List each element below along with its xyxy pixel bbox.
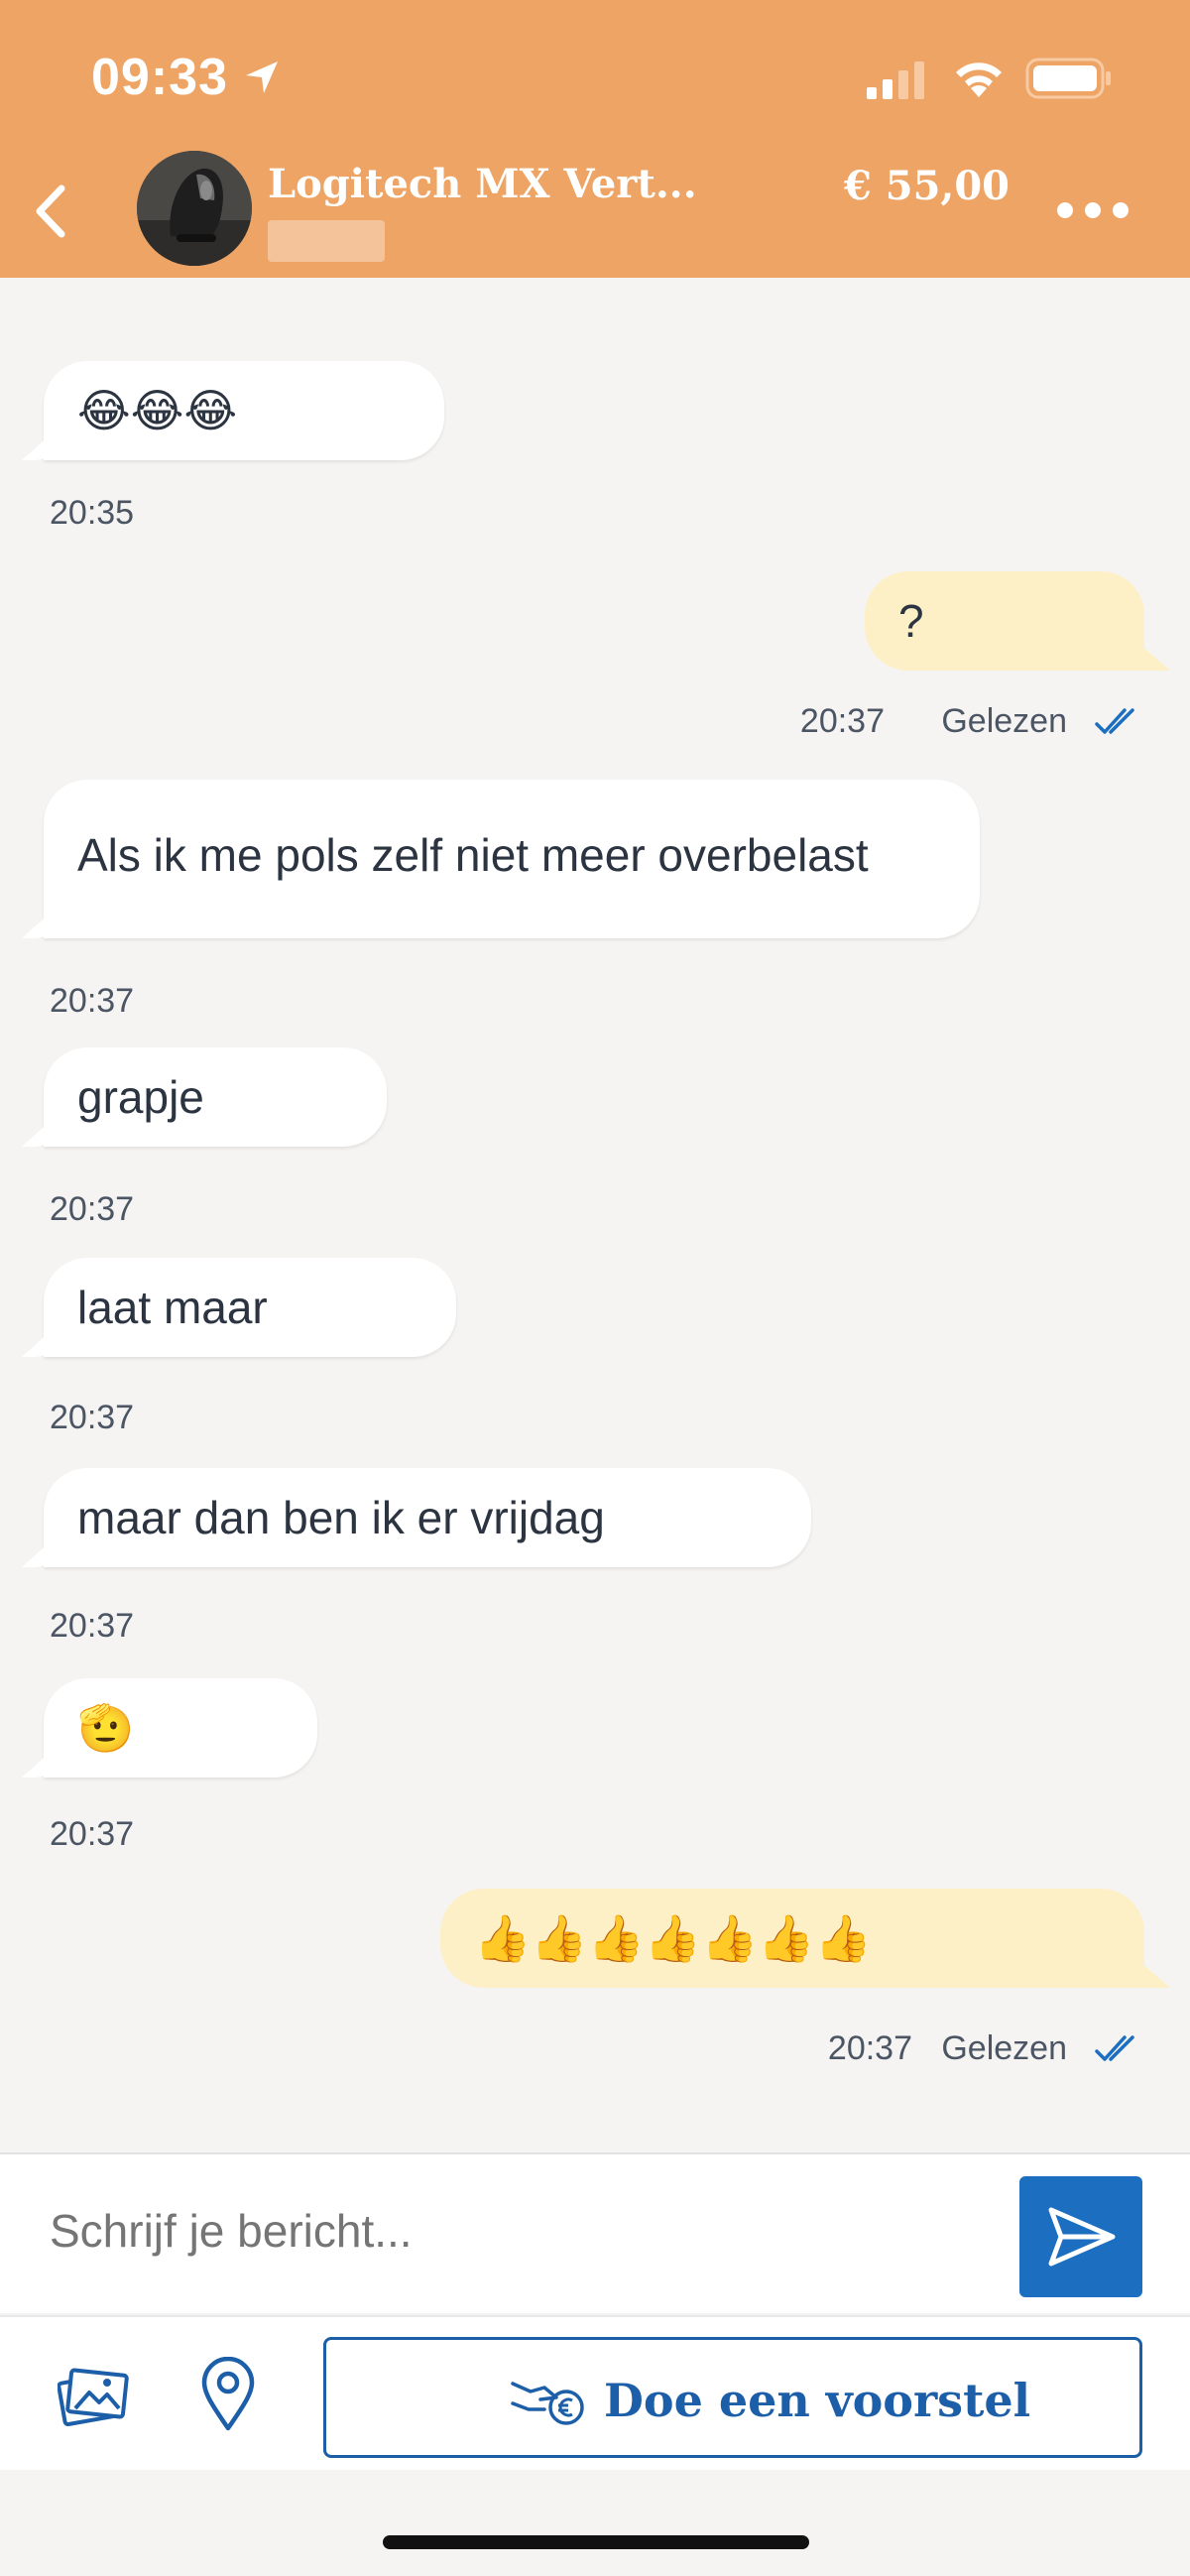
wifi-icon: [956, 62, 1002, 97]
message-outgoing[interactable]: ?: [865, 571, 1144, 671]
message-time: 20:37: [799, 702, 885, 740]
read-status: Gelezen: [941, 2029, 1067, 2067]
message-incoming[interactable]: 😂😂😂: [44, 361, 444, 460]
read-status: Gelezen: [941, 702, 1067, 740]
chat-header: 09:33 Logitech MX Vert... € 55,00: [0, 0, 1190, 278]
make-offer-button[interactable]: Doe een voorstel: [323, 2337, 1142, 2458]
battery-icon: [1025, 58, 1111, 99]
make-offer-label: Doe een voorstel: [604, 2374, 1031, 2427]
message-time: 20:37: [50, 1815, 135, 1853]
status-time: 09:33: [91, 49, 228, 106]
chat-title[interactable]: Logitech MX Vert...: [268, 161, 697, 207]
message-meta: 20:37 Gelezen: [793, 2029, 1190, 2073]
send-icon: [1048, 2207, 1116, 2267]
location-arrow-icon: [246, 61, 278, 93]
send-button[interactable]: [1019, 2176, 1142, 2297]
message-text: maar dan ben ik er vrijdag: [77, 1492, 605, 1543]
message-incoming[interactable]: Als ik me pols zelf niet meer overbelast: [44, 780, 980, 938]
message-text: 🫡: [77, 1701, 135, 1755]
message-time: 20:37: [827, 2029, 912, 2067]
message-meta: 20:37 Gelezen: [793, 702, 1190, 746]
message-time: 20:37: [50, 1607, 135, 1645]
message-incoming[interactable]: 🫡: [44, 1678, 317, 1778]
message-composer: [0, 2152, 1190, 2313]
message-text: 👍👍👍👍👍👍👍: [474, 1911, 872, 1965]
message-time: 20:35: [50, 494, 135, 532]
more-options-button[interactable]: [1053, 194, 1132, 226]
message-text: 😂😂😂: [77, 384, 238, 437]
message-text: grapje: [77, 1071, 204, 1123]
photo-gallery-icon[interactable]: [58, 2365, 129, 2426]
listing-price: € 55,00: [843, 163, 1010, 209]
message-incoming[interactable]: laat maar: [44, 1258, 456, 1357]
message-time: 20:37: [50, 1399, 135, 1436]
home-indicator[interactable]: [383, 2535, 809, 2549]
back-button[interactable]: [22, 177, 81, 246]
listing-avatar[interactable]: [137, 151, 252, 266]
message-text: laat maar: [77, 1282, 268, 1333]
message-time: 20:37: [50, 1190, 135, 1228]
mouse-photo-icon: [137, 151, 252, 266]
cellular-signal-icon: [867, 61, 924, 99]
message-incoming[interactable]: grapje: [44, 1047, 387, 1147]
message-text: ?: [898, 595, 924, 647]
message-time: 20:37: [50, 982, 135, 1020]
offer-hand-euro-icon: [511, 2382, 584, 2425]
double-check-icon: [1095, 2035, 1134, 2061]
message-input[interactable]: [50, 2204, 982, 2258]
message-text: Als ik me pols zelf niet meer overbelast: [77, 829, 869, 881]
location-pin-icon[interactable]: [200, 2357, 256, 2432]
double-check-icon: [1095, 708, 1134, 734]
message-outgoing[interactable]: 👍👍👍👍👍👍👍: [440, 1889, 1144, 1988]
chat-toolbar: Doe een voorstel: [0, 2315, 1190, 2470]
seller-name-redacted: [268, 220, 385, 262]
message-incoming[interactable]: maar dan ben ik er vrijdag: [44, 1468, 811, 1567]
